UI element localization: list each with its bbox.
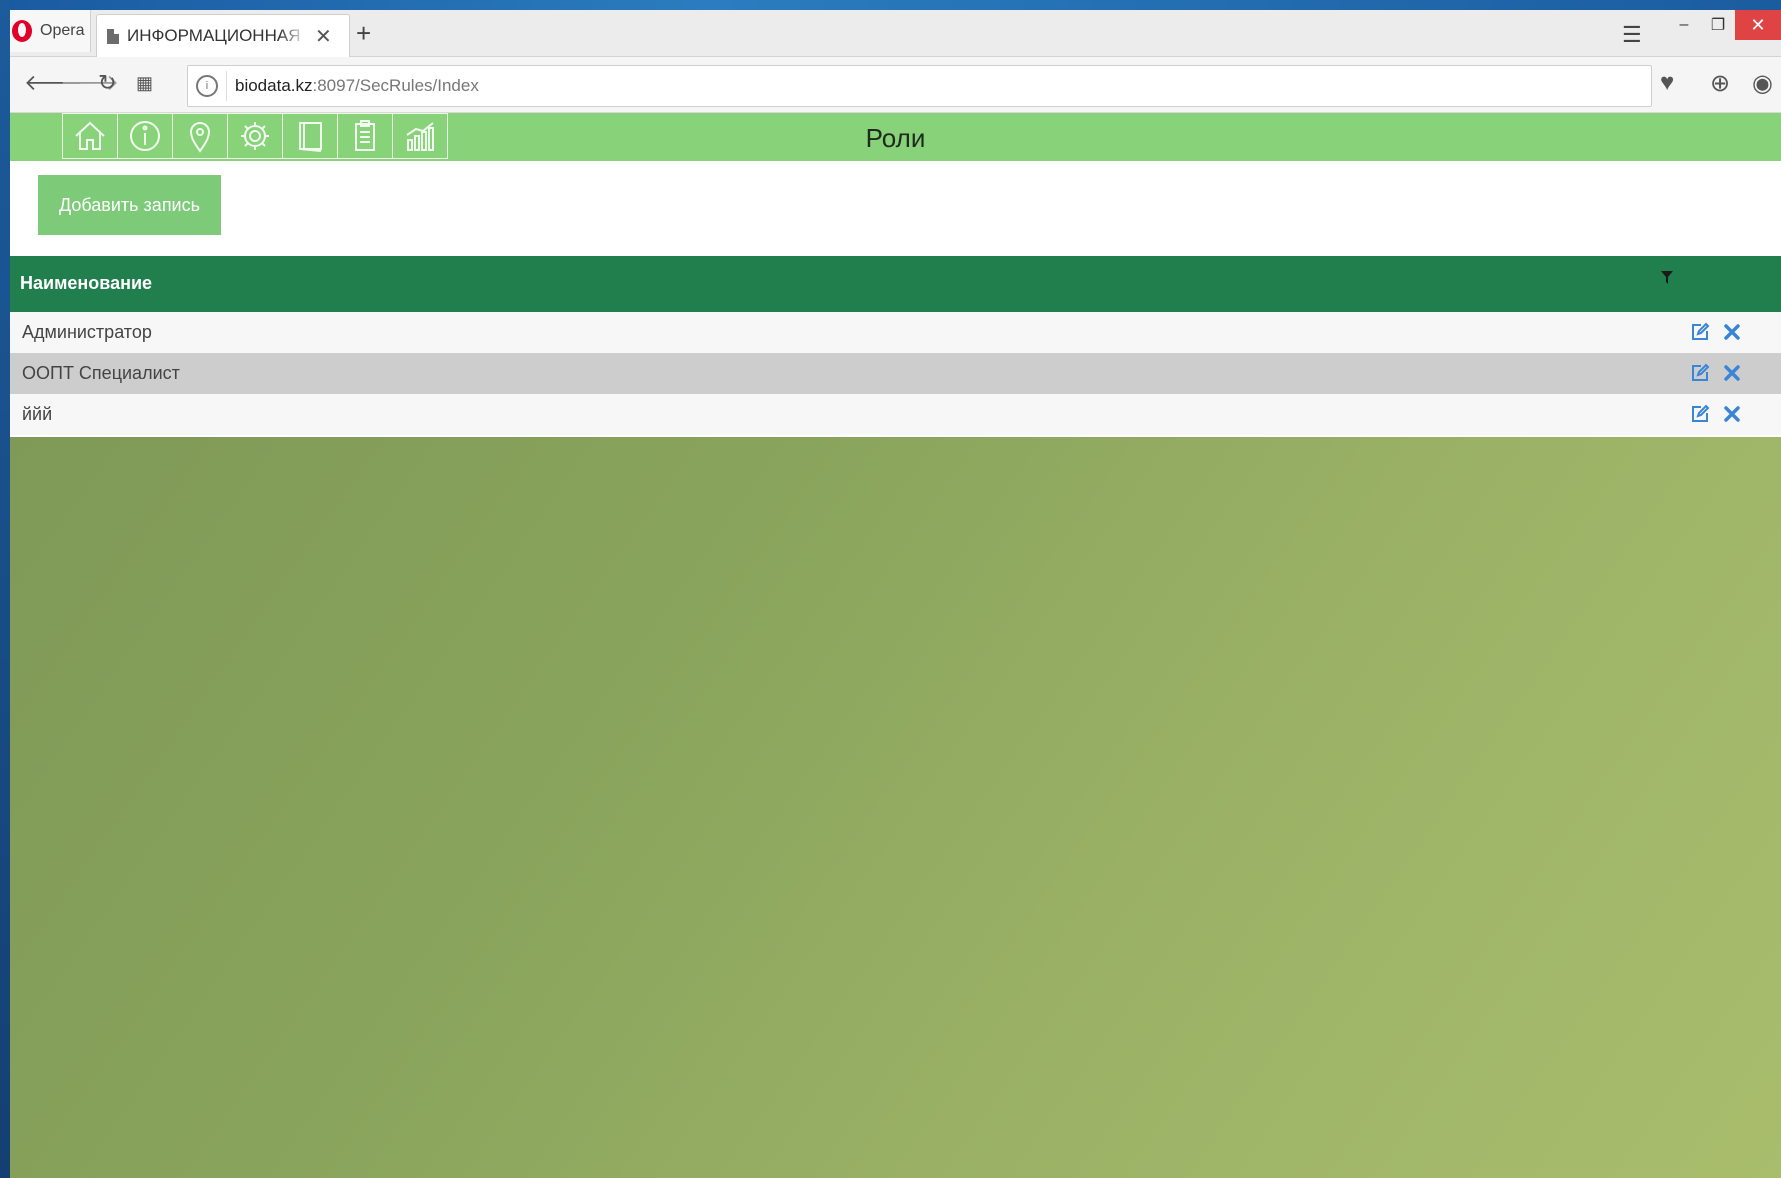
table-row[interactable]: ййй <box>10 394 1781 435</box>
speed-dial-grid-icon[interactable]: ▦ <box>136 73 153 94</box>
url-separator <box>226 71 227 101</box>
reload-icon[interactable]: ↻ <box>98 70 116 96</box>
document-icon <box>107 28 119 44</box>
download-icon[interactable]: ⊕ <box>1710 69 1730 98</box>
tab-title: ИНФОРМАЦИОННАЯ СИ <box>127 26 307 45</box>
minimize-icon[interactable]: – <box>1667 10 1701 40</box>
window-controls: – ❐ ✕ <box>1667 10 1781 40</box>
filter-icon[interactable] <box>1660 270 1674 286</box>
account-icon[interactable]: ◉ <box>1752 69 1773 98</box>
opera-logo-icon <box>12 20 32 42</box>
edit-icon[interactable] <box>1690 322 1710 342</box>
table-row[interactable]: Администратор <box>10 312 1781 353</box>
url-path: :8097/SecRules/Index <box>312 76 479 95</box>
restore-icon[interactable]: ❐ <box>1701 10 1735 40</box>
page-title: Роли <box>865 123 926 153</box>
column-header-name[interactable]: Наименование <box>20 273 152 294</box>
site-info-icon[interactable]: i <box>196 75 218 97</box>
tab-bar: Opera ИНФОРМАЦИОННАЯ СИ ✕ + ☰ – ❐ ✕ <box>10 10 1781 57</box>
row-actions <box>1690 363 1742 383</box>
heart-bookmark-icon[interactable]: ♥ <box>1660 69 1674 97</box>
tab-close-icon[interactable]: ✕ <box>315 24 332 49</box>
close-window-icon[interactable]: ✕ <box>1735 10 1781 40</box>
browser-window: Opera ИНФОРМАЦИОННАЯ СИ ✕ + ☰ – ❐ ✕ 🡐 🡒 … <box>10 10 1781 1178</box>
table-row[interactable]: ООПТ Специалист <box>10 353 1781 394</box>
opera-menu-button[interactable]: Opera <box>10 10 91 52</box>
grid-header: Наименование <box>10 256 1781 312</box>
tab-menu-icon[interactable]: ☰ <box>1622 22 1642 48</box>
edit-icon[interactable] <box>1690 363 1710 383</box>
row-actions <box>1690 404 1742 424</box>
delete-icon[interactable] <box>1722 363 1742 383</box>
new-tab-button[interactable]: + <box>356 18 371 49</box>
browser-tab-active[interactable]: ИНФОРМАЦИОННАЯ СИ ✕ <box>96 14 350 57</box>
role-name-cell: ййй <box>22 404 53 424</box>
url-host: biodata.kz <box>235 76 313 95</box>
edit-icon[interactable] <box>1690 404 1710 424</box>
row-actions <box>1690 322 1742 342</box>
role-name-cell: ООПТ Специалист <box>22 363 180 383</box>
delete-icon[interactable] <box>1722 322 1742 342</box>
delete-icon[interactable] <box>1722 404 1742 424</box>
toolbar-area: Добавить запись <box>10 161 1781 266</box>
outer-frame-top <box>0 0 1781 10</box>
opera-menu-label: Opera <box>40 22 85 39</box>
role-name-cell: Администратор <box>22 322 152 342</box>
url-field[interactable]: i biodata.kz :8097/SecRules/Index <box>187 65 1652 107</box>
app-header: Роли <box>10 113 1781 161</box>
address-bar: 🡐 🡒 ↻ ▦ i biodata.kz :8097/SecRules/Inde… <box>10 57 1781 113</box>
add-record-button[interactable]: Добавить запись <box>38 175 221 235</box>
outer-frame-left <box>0 0 10 1178</box>
page-background <box>10 437 1781 1178</box>
